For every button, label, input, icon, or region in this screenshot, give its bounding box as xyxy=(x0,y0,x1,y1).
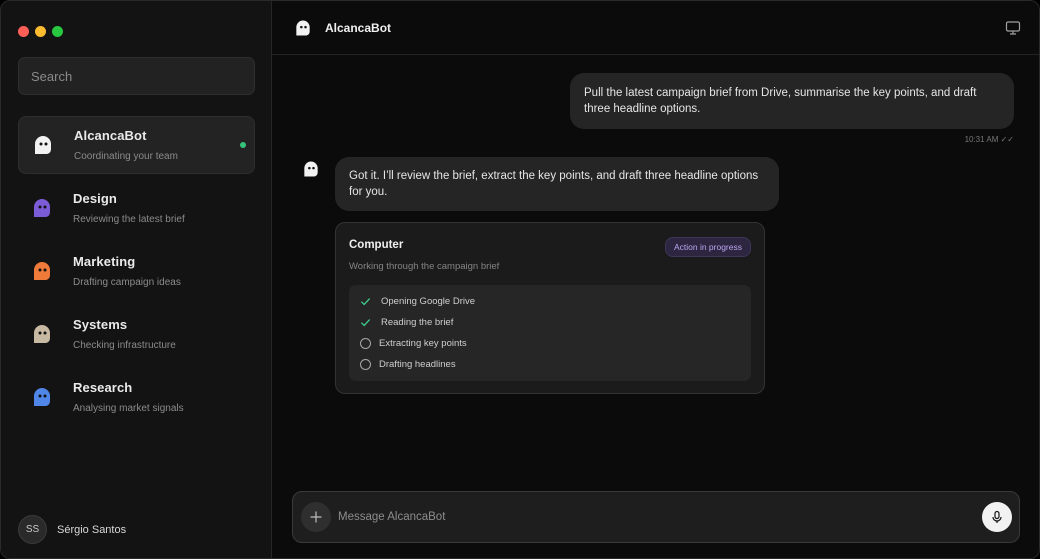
step-label: Opening Google Drive xyxy=(381,296,475,307)
agent-item-systems[interactable]: Systems Checking infrastructure xyxy=(18,305,255,363)
user-profile[interactable]: SS Sérgio Santos xyxy=(18,515,126,544)
agent-name: Marketing xyxy=(73,254,136,269)
agent-name: AlcancaBot xyxy=(74,128,147,143)
card-title: Computer xyxy=(349,239,404,251)
step-label: Reading the brief xyxy=(381,317,454,328)
step-item: Reading the brief xyxy=(349,312,751,333)
ghost-avatar-icon xyxy=(34,388,50,406)
card-subtitle: Working through the campaign brief xyxy=(349,261,500,272)
agent-name: Design xyxy=(73,191,117,206)
message-input[interactable] xyxy=(338,508,938,526)
voice-input-button[interactable] xyxy=(982,502,1012,532)
ghost-avatar-icon xyxy=(35,136,51,154)
ghost-avatar-icon xyxy=(296,20,310,35)
ghost-avatar-icon xyxy=(34,199,50,217)
agent-list: AlcancaBot Coordinating your team Design… xyxy=(18,116,255,431)
monitor-icon[interactable] xyxy=(1005,20,1021,36)
step-label: Extracting key points xyxy=(379,338,467,349)
step-label: Drafting headlines xyxy=(379,359,456,370)
minimize-window-button[interactable] xyxy=(35,26,46,37)
agent-item-alcancabot[interactable]: AlcancaBot Coordinating your team xyxy=(18,116,255,174)
step-item: Drafting headlines xyxy=(349,354,751,375)
agent-item-research[interactable]: Research Analysing market signals xyxy=(18,368,255,426)
message-composer xyxy=(292,491,1020,543)
agent-name: Systems xyxy=(73,317,128,332)
check-icon xyxy=(360,319,371,327)
agent-status: Checking infrastructure xyxy=(73,340,176,351)
chat-title: AlcancaBot xyxy=(325,20,392,35)
ghost-avatar-icon xyxy=(304,161,318,177)
sidebar: AlcancaBot Coordinating your team Design… xyxy=(1,1,272,558)
ghost-avatar-icon xyxy=(34,325,50,343)
user-message: Pull the latest campaign brief from Driv… xyxy=(570,73,1014,129)
close-window-button[interactable] xyxy=(18,26,29,37)
app-window: AlcancaBot Coordinating your team Design… xyxy=(0,0,1040,559)
check-icon xyxy=(360,298,371,306)
chat-header: AlcancaBot xyxy=(272,1,1039,55)
message-timestamp: 10:31 AM ✓✓ xyxy=(964,135,1014,144)
step-list: Opening Google Drive Reading the brief E… xyxy=(349,285,751,381)
agent-status: Drafting campaign ideas xyxy=(73,277,181,288)
agent-status: Reviewing the latest brief xyxy=(73,214,185,225)
search-input[interactable] xyxy=(18,57,255,95)
agent-status: Coordinating your team xyxy=(74,151,178,162)
avatar: SS xyxy=(18,515,47,544)
step-item: Extracting key points xyxy=(349,333,751,354)
microphone-icon xyxy=(992,510,1002,523)
window-controls xyxy=(18,26,63,37)
ghost-avatar-icon xyxy=(34,262,50,280)
computer-action-card: Computer Action in progress Working thro… xyxy=(335,222,765,394)
attach-button[interactable] xyxy=(301,502,331,532)
user-name: Sérgio Santos xyxy=(57,523,127,536)
agent-item-marketing[interactable]: Marketing Drafting campaign ideas xyxy=(18,242,255,300)
agent-item-design[interactable]: Design Reviewing the latest brief xyxy=(18,179,255,237)
online-indicator xyxy=(240,142,246,148)
plus-icon xyxy=(310,511,322,523)
chat-panel: AlcancaBot Pull the latest campaign brie… xyxy=(272,1,1039,558)
bot-message: Got it. I’ll review the brief, extract t… xyxy=(335,157,779,211)
pending-circle-icon xyxy=(360,338,371,349)
step-item: Opening Google Drive xyxy=(349,291,751,312)
agent-status: Analysing market signals xyxy=(73,403,184,414)
agent-name: Research xyxy=(73,380,133,395)
maximize-window-button[interactable] xyxy=(52,26,63,37)
status-badge: Action in progress xyxy=(664,237,751,257)
pending-circle-icon xyxy=(360,359,371,370)
